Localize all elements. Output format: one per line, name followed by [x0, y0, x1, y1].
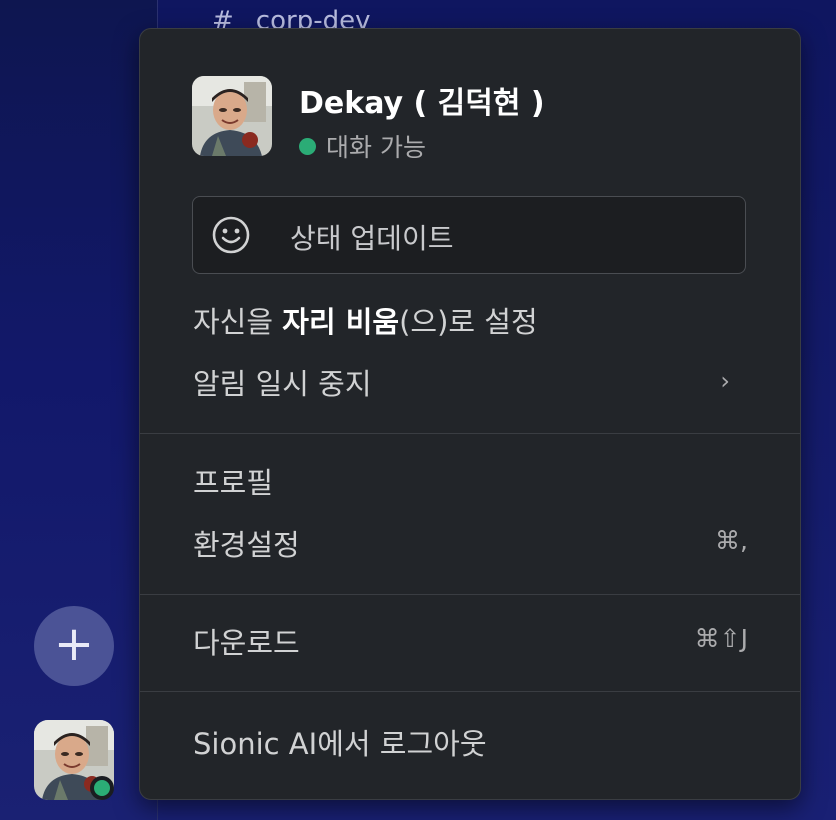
profile-item[interactable]: 프로필	[140, 452, 802, 510]
presence-indicator	[90, 776, 114, 800]
preferences-shortcut: ⌘,	[715, 526, 748, 555]
smiley-icon	[212, 216, 250, 254]
set-away-prefix: 자신을	[193, 305, 283, 339]
downloads-label: 다운로드	[193, 626, 300, 660]
status-placeholder: 상태 업데이트	[290, 222, 454, 255]
presence-status: 대화 가능	[299, 128, 426, 164]
preferences-label: 환경설정	[193, 528, 300, 562]
chevron-right-icon: ›	[720, 367, 730, 395]
status-update-input[interactable]: 상태 업데이트	[192, 196, 746, 274]
presence-text: 대화 가능	[326, 133, 426, 162]
add-workspace-button[interactable]: +	[34, 606, 114, 686]
workspace-rail	[0, 0, 158, 820]
presence-dot-icon	[94, 780, 110, 796]
plus-icon: +	[53, 616, 95, 672]
profile-avatar	[192, 76, 272, 156]
menu-divider	[140, 691, 800, 692]
profile-label: 프로필	[193, 466, 274, 500]
active-dot-icon	[299, 137, 316, 155]
user-menu-popover: Dekay ( 김덕현 ) 대화 가능 상태 업데이트 자신을 자리 비움(으)…	[139, 28, 801, 800]
menu-divider	[140, 433, 800, 434]
set-away-bold: 자리 비움	[282, 305, 400, 339]
user-display-name: Dekay ( 김덕현 )	[299, 86, 545, 121]
menu-divider	[140, 594, 800, 595]
set-away-item[interactable]: 자신을 자리 비움(으)로 설정	[140, 291, 802, 349]
pause-notifications-label: 알림 일시 중지	[193, 367, 372, 401]
downloads-shortcut: ⌘⇧J	[694, 624, 748, 653]
preferences-item[interactable]: 환경설정 ⌘,	[140, 514, 802, 572]
pause-notifications-item[interactable]: 알림 일시 중지 ›	[140, 353, 802, 411]
set-away-label: 자신을 자리 비움(으)로 설정	[193, 299, 538, 341]
sign-out-item[interactable]: Sionic AI에서 로그아웃	[140, 713, 802, 771]
avatar-photo	[192, 76, 272, 156]
downloads-item[interactable]: 다운로드 ⌘⇧J	[140, 612, 802, 670]
set-away-suffix: (으)로 설정	[399, 305, 538, 339]
sign-out-label: Sionic AI에서 로그아웃	[193, 727, 487, 761]
